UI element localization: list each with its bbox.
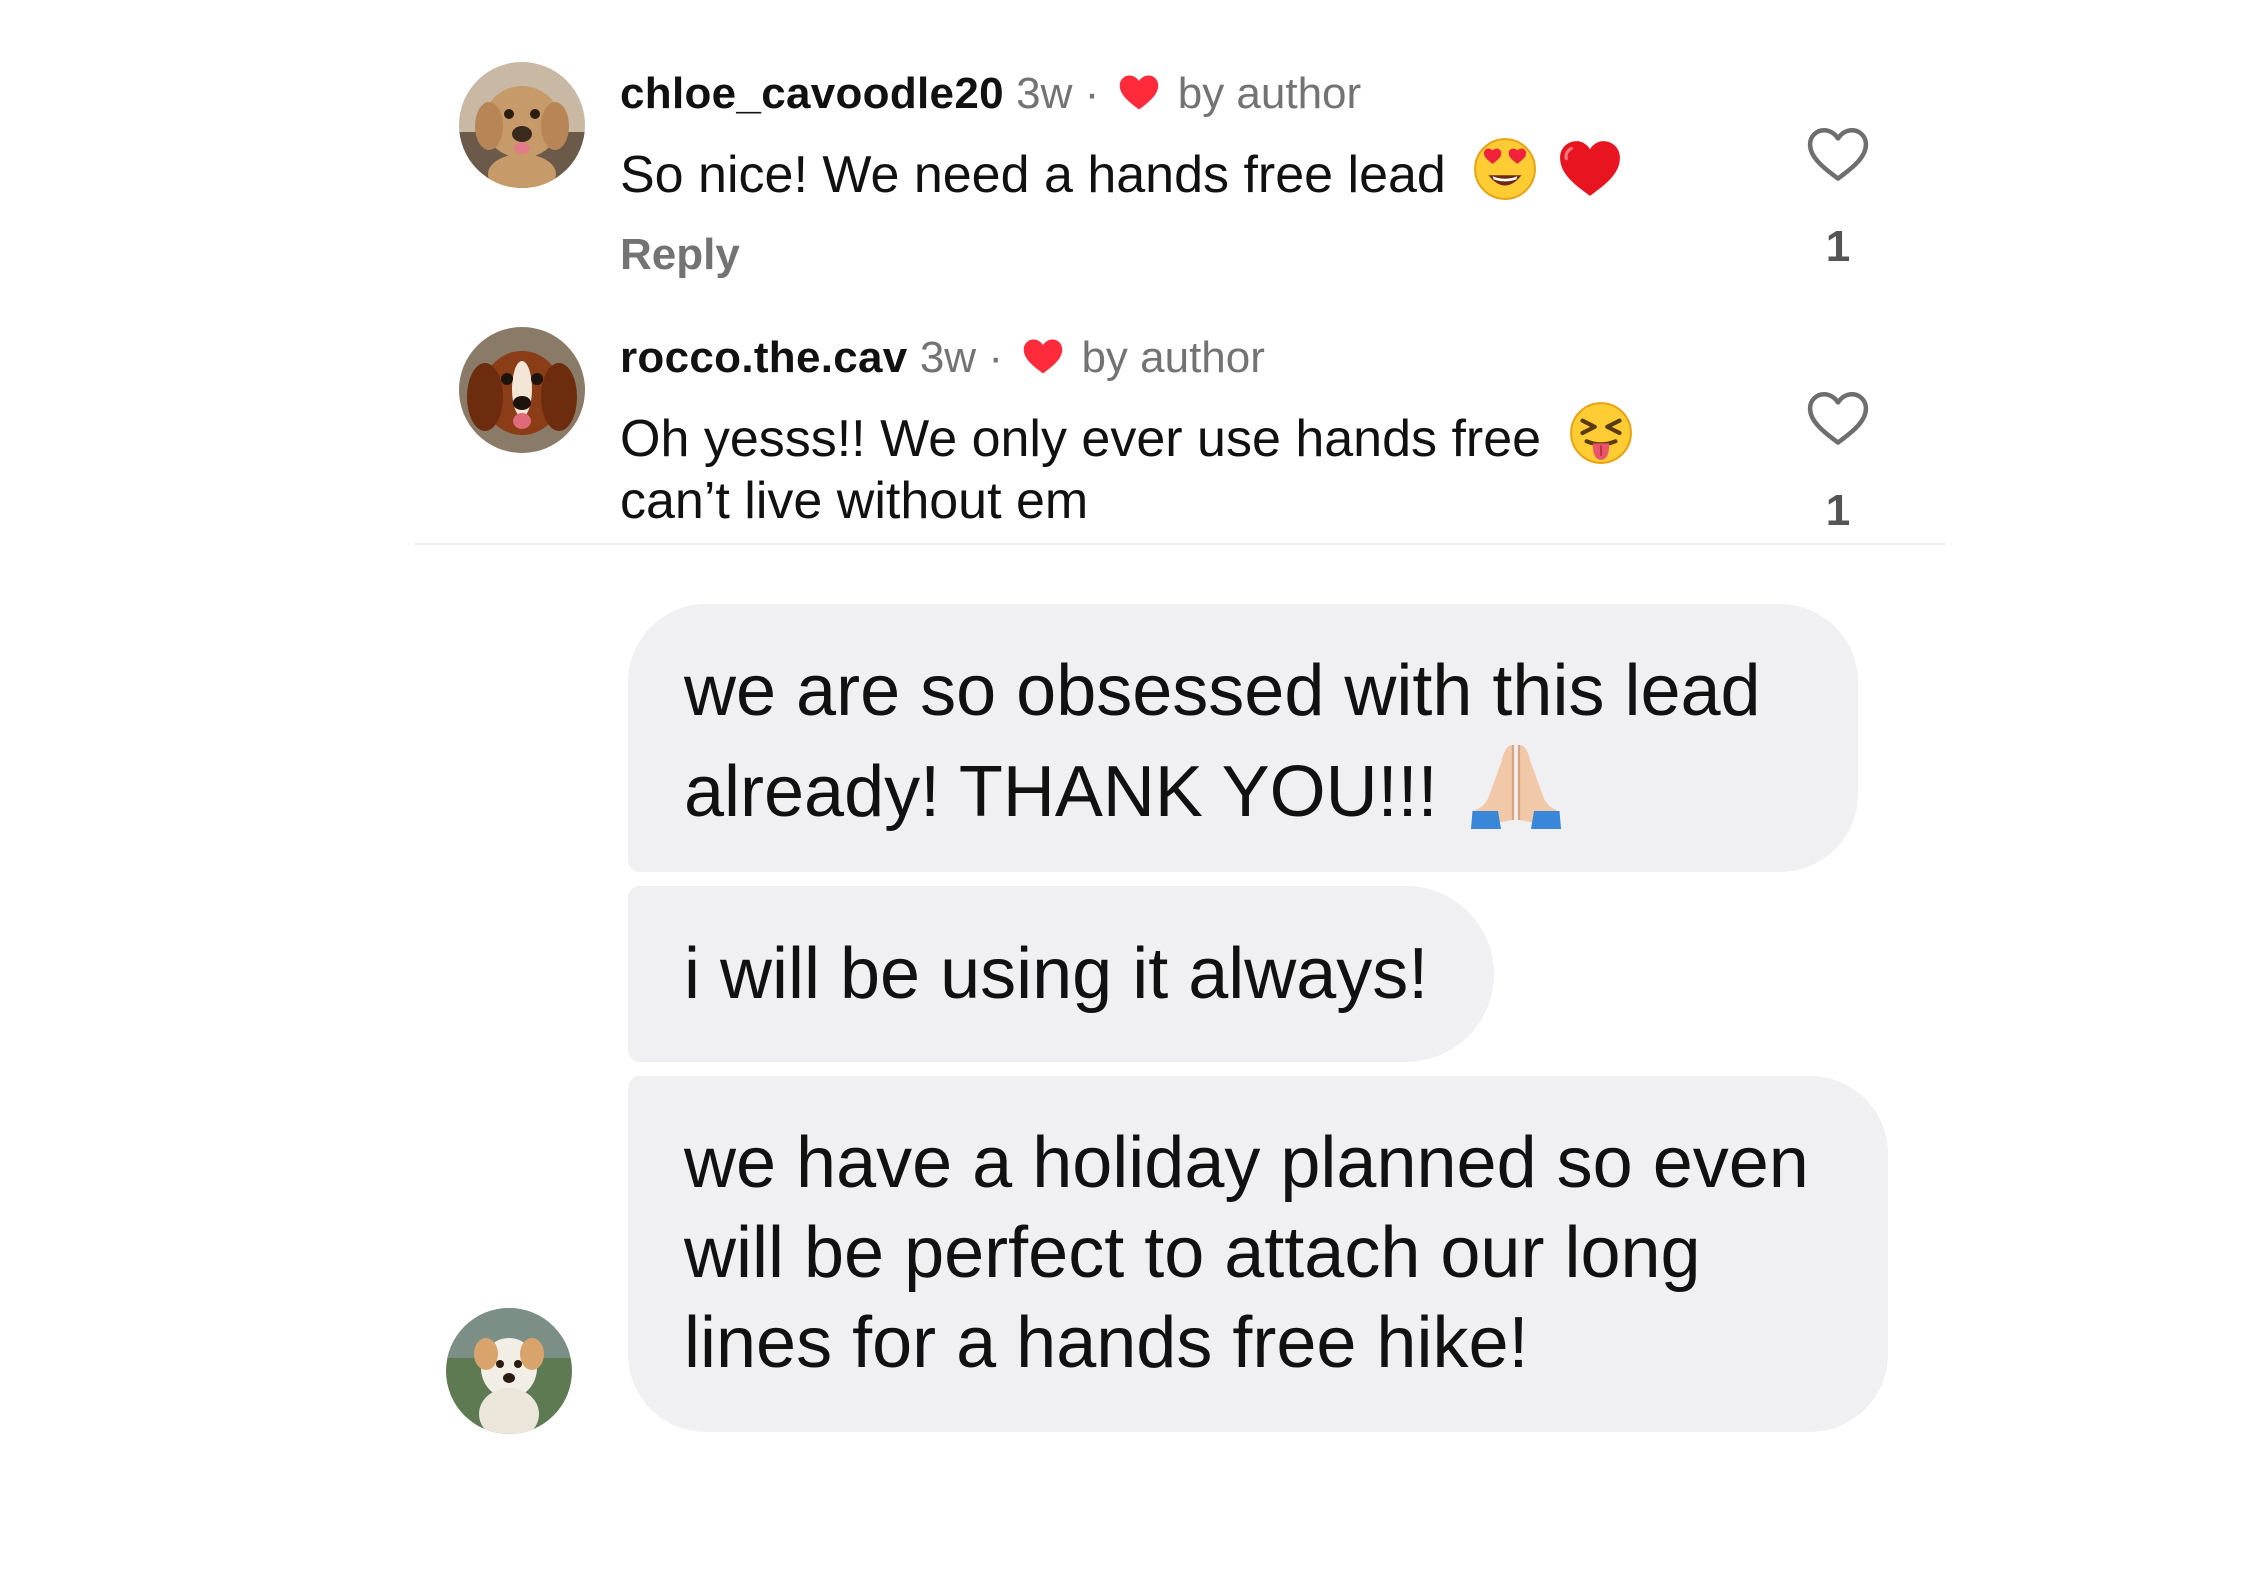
message-line: will be perfect to attach our long [684,1213,1701,1293]
squinting-tongue-emoji-icon [1569,402,1632,464]
message-line: we have a holiday planned so even [684,1123,1809,1203]
liked-by-author: by author [1081,333,1265,382]
comment-time: 3w [1016,69,1073,118]
comment-header: chloe_cavoodle20 3w · by author [620,66,1361,122]
comment-body: Oh yesss!! We only ever use hands free c… [620,400,1634,532]
avatar[interactable] [459,62,585,188]
comment-header: rocco.the.cav 3w · by author [620,330,1265,386]
message-line: already! THANK YOU!!! [684,752,1438,832]
author-heart-icon [1023,339,1063,374]
separator: · [1084,69,1100,118]
golden-dog-avatar [446,1308,572,1434]
message-line: lines for a hands free hike! [684,1303,1529,1383]
username[interactable]: chloe_cavoodle20 [620,69,1004,118]
heart-eyes-emoji-icon [1474,138,1537,200]
divider [415,543,1945,545]
liked-by-author: by author [1177,69,1362,118]
cavoodle-avatar [459,62,585,188]
username[interactable]: rocco.the.cav [620,333,908,382]
message-bubble[interactable]: we have a holiday planned so even will b… [628,1076,1888,1432]
sender-avatar[interactable] [446,1308,572,1434]
comment-text-line-1: Oh yesss!! We only ever use hands free [620,410,1542,468]
message-line: we are so obsessed with this lead [684,651,1761,731]
avatar[interactable] [459,327,585,453]
message-bubble[interactable]: we are so obsessed with this lead alread… [628,604,1858,872]
red-heart-emoji-icon [1559,141,1620,196]
author-heart-icon [1120,75,1159,110]
cavalier-avatar [459,327,585,453]
like-count: 1 [1825,222,1851,271]
reply-button[interactable]: Reply [620,230,740,280]
like-heart-icon[interactable] [1806,389,1870,447]
comment-text: So nice! We need a hands free lead [620,146,1446,204]
comment-body: So nice! We need a hands free lead [620,136,1623,206]
message-bubble[interactable]: i will be using it always! [628,886,1494,1062]
comment-time: 3w [919,333,977,382]
like-count: 1 [1825,486,1851,535]
message-line: i will be using it always! [684,934,1429,1014]
separator: · [988,333,1003,382]
like-heart-icon[interactable] [1806,125,1870,183]
folded-hands-emoji-icon [1470,745,1561,829]
comment-text-line-2: can’t live without em [620,472,1089,530]
